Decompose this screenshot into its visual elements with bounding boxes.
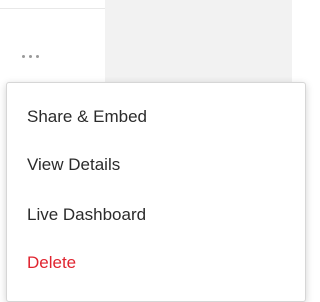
divider: [0, 8, 105, 9]
toolbar-area: [0, 0, 105, 82]
menu-item-share-embed[interactable]: Share & Embed: [27, 107, 147, 127]
more-horizontal-icon: [22, 54, 25, 58]
dropdown-menu: Share & Embed View Details Live Dashboar…: [6, 82, 306, 302]
menu-item-delete[interactable]: Delete: [27, 253, 76, 273]
background-panel: [105, 0, 292, 82]
more-horizontal-icon: [36, 54, 39, 58]
more-horizontal-icon: [29, 54, 32, 58]
menu-item-view-details[interactable]: View Details: [27, 155, 120, 175]
more-options-button[interactable]: [22, 44, 62, 68]
menu-item-live-dashboard[interactable]: Live Dashboard: [27, 205, 146, 225]
